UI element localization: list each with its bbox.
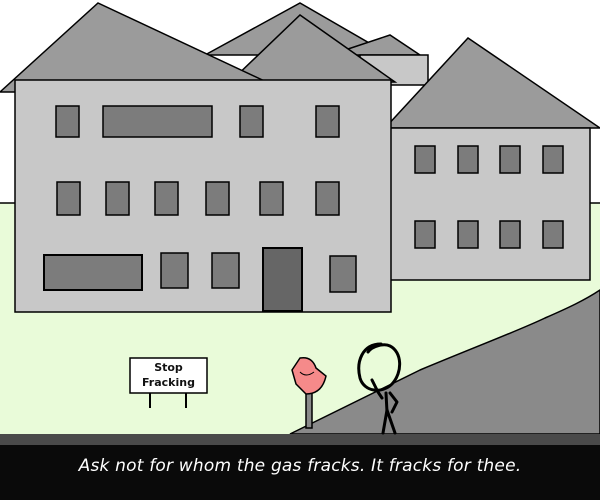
window <box>160 252 189 289</box>
comic-scene: Stop Fracking <box>0 2 600 445</box>
window <box>102 105 213 138</box>
window <box>457 145 479 174</box>
window <box>499 220 521 249</box>
window <box>211 252 240 289</box>
window <box>315 181 340 216</box>
window <box>55 105 80 138</box>
window <box>499 145 521 174</box>
sign-line-2: Fracking <box>142 376 195 389</box>
window <box>542 220 564 249</box>
window <box>414 220 436 249</box>
window <box>105 181 130 216</box>
window <box>542 145 564 174</box>
front-door <box>262 247 303 312</box>
sign-line-1: Stop <box>154 361 183 374</box>
window <box>329 255 357 293</box>
window <box>154 181 179 216</box>
window <box>205 181 230 216</box>
caption-text: Ask not for whom the gas fracks. It frac… <box>78 456 522 476</box>
window <box>315 105 340 138</box>
window <box>457 220 479 249</box>
window <box>56 181 81 216</box>
window <box>43 254 143 291</box>
caption-bar: Ask not for whom the gas fracks. It frac… <box>0 445 600 500</box>
ground-strip <box>0 434 600 445</box>
window <box>414 145 436 174</box>
window <box>259 181 284 216</box>
window <box>239 105 264 138</box>
